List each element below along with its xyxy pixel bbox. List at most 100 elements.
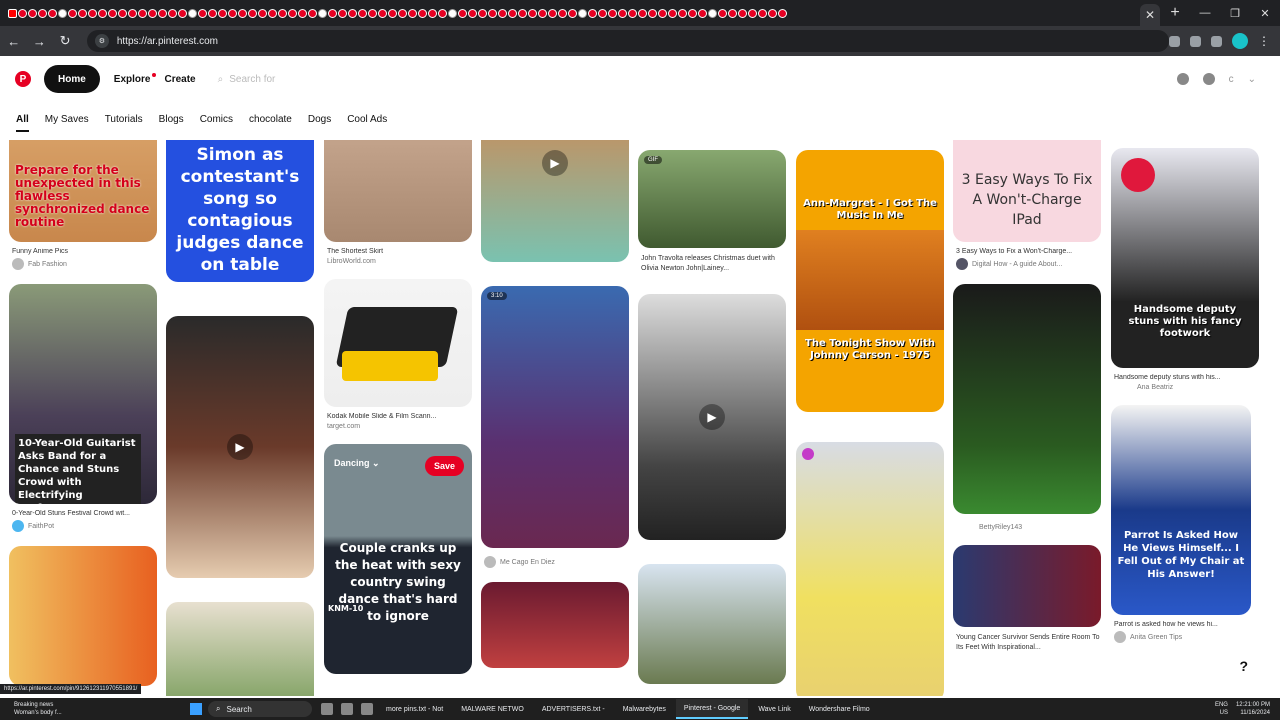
pinterest-tab-icon[interactable] (728, 8, 737, 18)
youtube-tab-icon[interactable] (8, 8, 17, 18)
taskbar-app-active[interactable]: Pinterest - Google (675, 699, 749, 719)
tab-comics[interactable]: Comics (200, 114, 233, 132)
pin-caption[interactable]: Funny Anime Pics (9, 248, 157, 255)
pinterest-tab-icon[interactable] (118, 8, 127, 18)
pin-card[interactable] (481, 582, 629, 668)
account-avatar[interactable]: c (1229, 74, 1234, 85)
pin-card[interactable]: ▶ (481, 140, 629, 262)
pinterest-tab-icon[interactable] (758, 8, 767, 18)
windows-start-icon[interactable] (190, 703, 202, 715)
pinterest-tab-icon[interactable] (128, 8, 137, 18)
pinterest-tab-icon[interactable] (68, 8, 77, 18)
pinterest-tab-icon[interactable] (48, 8, 57, 18)
tab-chocolate[interactable]: chocolate (249, 114, 292, 132)
taskbar-search[interactable]: ⌕ Search (208, 701, 312, 717)
pinterest-tab-icon[interactable] (358, 8, 367, 18)
pin-source[interactable]: Me Cago En Diez (481, 556, 629, 568)
profile-avatar[interactable] (1232, 33, 1248, 49)
pinterest-tab-icon[interactable] (88, 8, 97, 18)
app-icon[interactable] (361, 703, 373, 715)
pinterest-tab-icon[interactable] (538, 8, 547, 18)
pinterest-tab-icon[interactable] (688, 8, 697, 18)
pinterest-tab-icon[interactable] (618, 8, 627, 18)
pin-card[interactable] (9, 546, 157, 686)
taskbar-app[interactable]: more pins.txt - Not (378, 699, 451, 719)
pinterest-tab-icon[interactable] (448, 8, 457, 18)
pin-card[interactable]: GIF (638, 150, 786, 248)
tab-cool-ads[interactable]: Cool Ads (347, 114, 387, 132)
language-indicator[interactable]: ENG US (1215, 701, 1228, 717)
pin-source[interactable]: LibroWorld.com (324, 258, 472, 265)
pinterest-tab-icon[interactable] (638, 8, 647, 18)
pin-card[interactable] (324, 140, 472, 242)
pin-source[interactable]: Ana Beatriz (1111, 384, 1259, 391)
pinterest-tab-icon[interactable] (518, 8, 527, 18)
tab-dogs[interactable]: Dogs (308, 114, 331, 132)
pinterest-tab-icon[interactable] (628, 8, 637, 18)
back-icon[interactable]: ← (2, 34, 26, 49)
forward-icon[interactable]: → (28, 34, 52, 49)
pinterest-tab-icon[interactable] (338, 8, 347, 18)
pin-card[interactable] (953, 284, 1101, 514)
pinterest-tab-icon[interactable] (98, 8, 107, 18)
pinterest-tab-icon[interactable] (278, 8, 287, 18)
pin-source[interactable]: Digital How - A guide About... (953, 258, 1101, 270)
pin-card[interactable]: ▶ (638, 294, 786, 540)
pinterest-tab-icon[interactable] (678, 8, 687, 18)
pinterest-tab-icon[interactable] (768, 8, 777, 18)
pin-caption[interactable]: Parrot is asked how he views hi... (1111, 621, 1259, 628)
pin-caption[interactable]: 3 Easy Ways to Fix a Won't-Charge... (953, 248, 1101, 255)
pinterest-tab-icon[interactable] (18, 8, 27, 18)
pinterest-tab-icon[interactable] (258, 8, 267, 18)
board-selector[interactable]: Dancing ⌄ (334, 458, 380, 469)
pinterest-tab-icon[interactable] (158, 8, 167, 18)
pin-card[interactable] (638, 564, 786, 684)
pin-card[interactable] (953, 545, 1101, 627)
pinterest-tab-icon[interactable] (568, 8, 577, 18)
menu-kebab-icon[interactable]: ⋮ (1258, 34, 1270, 48)
pinterest-tab-icon[interactable] (288, 8, 297, 18)
pin-caption[interactable]: Handsome deputy stuns with his... (1111, 374, 1259, 381)
taskbar-app[interactable]: Wondershare Filmo (801, 699, 878, 719)
tab-tutorials[interactable]: Tutorials (105, 114, 143, 132)
create-link[interactable]: Create (164, 74, 195, 85)
pinterest-tab-icon[interactable] (418, 8, 427, 18)
extension-icon[interactable] (1190, 35, 1201, 47)
pinterest-tab-icon[interactable] (708, 8, 717, 18)
maximize-icon[interactable]: ❐ (1220, 7, 1250, 20)
pinterest-tab-icon[interactable] (658, 8, 667, 18)
pin-card[interactable]: ▶ (166, 316, 314, 578)
tab-my-saves[interactable]: My Saves (45, 114, 89, 132)
pinterest-tab-icon[interactable] (428, 8, 437, 18)
pin-card[interactable]: Simon as contestant's song so contagious… (166, 140, 314, 282)
pinterest-tab-icon[interactable] (228, 8, 237, 18)
pinterest-tab-icon[interactable] (668, 8, 677, 18)
extension-icon[interactable] (1211, 35, 1222, 47)
pinterest-tab-icon[interactable] (398, 8, 407, 18)
pinterest-tab-icon[interactable] (558, 8, 567, 18)
chevron-down-icon[interactable]: ⌄ (1248, 74, 1256, 85)
pinterest-tab-icon[interactable] (608, 8, 617, 18)
tab-all[interactable]: All (16, 114, 29, 132)
pinterest-tab-icon[interactable] (408, 8, 417, 18)
pinterest-tab-icon[interactable] (268, 8, 277, 18)
pinterest-tab-icon[interactable] (348, 8, 357, 18)
messages-icon[interactable] (1202, 73, 1215, 85)
pinterest-tab-icon[interactable] (198, 8, 207, 18)
taskbar-app[interactable]: MALWARE NETWO (453, 699, 532, 719)
pinterest-tab-icon[interactable] (508, 8, 517, 18)
pinterest-tab-icon[interactable] (548, 8, 557, 18)
pin-source[interactable]: target.com (324, 423, 472, 430)
play-icon[interactable]: ▶ (227, 434, 253, 460)
pinterest-tab-icon[interactable] (528, 8, 537, 18)
pinterest-tab-icon[interactable] (468, 8, 477, 18)
pinterest-tab-icon[interactable] (458, 8, 467, 18)
play-icon[interactable]: ▶ (699, 404, 725, 430)
pin-card[interactable]: Prepare for the unexpected in this flawl… (9, 140, 157, 242)
app-icon[interactable] (341, 703, 353, 715)
pinterest-tab-icon[interactable] (28, 8, 37, 18)
home-button[interactable]: Home (44, 65, 100, 93)
pin-card[interactable]: 3:10 (481, 286, 629, 548)
pinterest-tab-icon[interactable] (718, 8, 727, 18)
pinterest-tab-icon[interactable] (498, 8, 507, 18)
